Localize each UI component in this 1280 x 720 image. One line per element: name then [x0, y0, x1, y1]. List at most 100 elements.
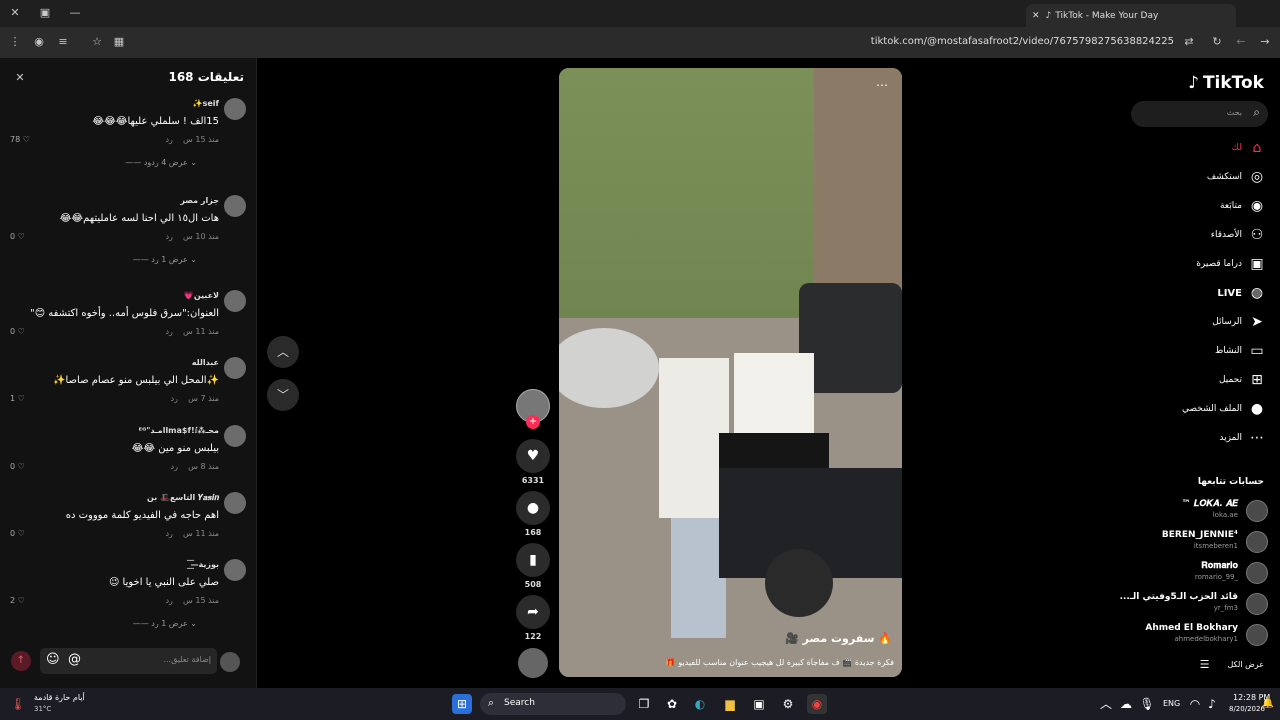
commenter-name[interactable]: seif✨ [193, 99, 219, 108]
save-button[interactable]: ▮ [516, 543, 550, 577]
post-comment-button[interactable]: ↑ [11, 651, 31, 671]
sidebar-item-drama[interactable]: ▣ دراما قصيرة [1196, 256, 1266, 272]
reply-link[interactable]: رد [165, 529, 172, 538]
reply-link[interactable]: رد [165, 596, 172, 605]
comment-like[interactable]: 78 ♡ [10, 135, 30, 144]
sidebar-item-friends[interactable]: ⚇ الأصدقاء [1211, 227, 1266, 243]
cloud-icon[interactable]: ☁ [1116, 694, 1136, 714]
commenter-name[interactable]: عبدالله [192, 358, 219, 367]
reply-link[interactable]: رد [171, 462, 178, 471]
chrome-icon[interactable]: ◉ [807, 694, 827, 714]
close-comments-icon[interactable]: ✕ [12, 70, 28, 86]
sidebar-item-activity[interactable]: ▭ النشاط [1215, 343, 1266, 359]
tiktok-favicon-icon: ♪ [1045, 10, 1052, 21]
edge-icon[interactable]: ◐ [690, 694, 710, 714]
start-icon[interactable]: ⊞ [452, 694, 472, 714]
comment-like[interactable]: 0 ♡ [10, 529, 25, 538]
minimize-icon[interactable]: — [68, 6, 82, 20]
commenter-avatar[interactable] [224, 290, 246, 312]
sidebar-item-upload[interactable]: ⊞ تحميل [1219, 372, 1266, 388]
more-options-icon[interactable]: ⋯ [876, 78, 888, 92]
home-icon: ⌂ [1252, 140, 1262, 156]
tab-close-icon[interactable]: ✕ [1032, 11, 1040, 21]
commenter-avatar[interactable] [224, 559, 246, 581]
like-button[interactable]: ♥ [516, 439, 550, 473]
menu-icon[interactable]: ⋮ [8, 35, 22, 49]
taskbar-search[interactable]: ⌕ Search [480, 693, 626, 715]
commenter-avatar[interactable] [224, 98, 246, 120]
sidebar-item-messages[interactable]: ➤ الرسائل [1212, 314, 1266, 330]
comment-input[interactable]: إضافة تعليق... @ ☺ [40, 648, 217, 674]
comment-like[interactable]: 2 ♡ [10, 596, 25, 605]
music-disc-avatar[interactable] [518, 648, 548, 678]
share-button[interactable]: ➦ [516, 595, 550, 629]
close-window-icon[interactable]: ✕ [8, 6, 22, 20]
tray-chevron-icon[interactable]: ︿ [1096, 694, 1116, 714]
comment-like[interactable]: 0 ♡ [10, 327, 25, 336]
next-video-button[interactable]: ﹀ [267, 379, 299, 411]
tune-icon[interactable]: ≡ [56, 35, 70, 49]
microphone-icon[interactable]: 🎙 [1137, 694, 1157, 714]
following-account[interactable]: 𝐑𝐨𝐦𝐚𝐫𝐢𝐨 romario_99_ [1128, 559, 1268, 587]
following-account[interactable]: 𝑳𝑶𝑲𝑨. 𝑨𝑬 ™ loka.ae [1128, 497, 1268, 525]
comment-like[interactable]: 0 ♡ [10, 462, 25, 471]
site-settings-icon[interactable]: ⇄ [1182, 35, 1196, 49]
notifications-icon[interactable]: 🔔 [1258, 694, 1278, 714]
mention-icon[interactable]: @ [68, 652, 81, 667]
sidebar-item-following[interactable]: ◉ متابَعة [1220, 198, 1266, 214]
video-player[interactable]: 🔥 سفروت مصر 🎥 فكرة جديدة 🎬 ف مفاجأة كبير… [559, 68, 902, 677]
emoji-icon[interactable]: ☺ [46, 652, 60, 667]
following-account[interactable]: Ahmed El Bokhary ahmedelbokhary1 [1128, 621, 1268, 649]
reply-link[interactable]: رد [171, 394, 178, 403]
reply-link[interactable]: رد [165, 232, 172, 241]
sidebar-item-live[interactable]: ◍ LIVE [1217, 285, 1266, 301]
reply-link[interactable]: رد [165, 135, 172, 144]
commenter-avatar[interactable] [224, 357, 246, 379]
search-input[interactable]: بحث ⌕ [1131, 101, 1268, 127]
comment-button[interactable]: ● [516, 491, 550, 525]
commenter-avatar[interactable] [224, 425, 246, 447]
forward-icon[interactable]: ← [1234, 35, 1248, 49]
tiktok-logo[interactable]: ♪ TikTok [1188, 73, 1264, 93]
logo-text: TikTok [1202, 73, 1264, 93]
reload-icon[interactable]: ↻ [1210, 35, 1224, 49]
follow-button[interactable]: + [526, 415, 540, 429]
sidebar-item-home[interactable]: ⌂ لك [1232, 140, 1266, 156]
commenter-name[interactable]: لاعبين💗 [184, 291, 219, 300]
sidebar-item-compass[interactable]: ◎ استكشف [1207, 169, 1266, 185]
commenter-name[interactable]: محـ⁂lma$f!ⅈامـد"ᴱᴳ [139, 426, 219, 435]
sidebar-item-more[interactable]: ⋯ المزيد [1219, 430, 1266, 446]
view-replies[interactable]: —— عرض 1 رد ⌄ [133, 619, 197, 628]
commenter-name[interactable]: 𝒀𝒂𝒔𝒊𝒏 التاسع🎩 بن [147, 493, 219, 503]
commenter-avatar[interactable] [224, 195, 246, 217]
following-account[interactable]: BEREN_JENNIE⁴ itsmeberen1 [1128, 528, 1268, 556]
back-icon[interactable]: → [1258, 35, 1272, 49]
account-icon[interactable]: ◉ [32, 35, 46, 49]
copilot-icon[interactable]: ✿ [662, 694, 682, 714]
settings-icon[interactable]: ⚙ [778, 694, 798, 714]
view-replies[interactable]: —— عرض 4 ردود ⌄ [125, 158, 197, 167]
view-replies[interactable]: —— عرض 1 رد ⌄ [133, 255, 197, 264]
see-all-link[interactable]: ☰ عرض الكل [1200, 658, 1264, 671]
reply-link[interactable]: رد [165, 327, 172, 336]
file-explorer-icon[interactable]: ▆ [720, 694, 740, 714]
store-icon[interactable]: ▣ [749, 694, 769, 714]
extension-icon[interactable]: ▦ [112, 35, 126, 49]
bookmark-star-icon[interactable]: ☆ [90, 35, 104, 49]
previous-video-button[interactable]: ︿ [267, 336, 299, 368]
following-account[interactable]: قائد الحزب الـ5وفيتي الـ... yr_fm3 [1120, 590, 1268, 618]
language-indicator[interactable]: ENG [1163, 699, 1180, 708]
commenter-name[interactable]: جزار مصر [180, 196, 219, 205]
sidebar-item-profile[interactable]: ● الملف الشخصي [1182, 401, 1266, 417]
weather-text[interactable]: أيام حارة قادمة [34, 693, 85, 702]
commenter-avatar[interactable] [224, 492, 246, 514]
task-view-icon[interactable]: ❐ [634, 694, 654, 714]
commenter-name[interactable]: بوزية—͟͞ [191, 560, 219, 569]
restore-icon[interactable]: ▣ [38, 6, 52, 20]
volume-icon[interactable]: ♪ [1202, 694, 1222, 714]
comment-like-count: 78 [10, 135, 21, 144]
comment-like[interactable]: 1 ♡ [10, 394, 25, 403]
comment-like[interactable]: 0 ♡ [10, 232, 25, 241]
tab-tiktok[interactable]: ✕ ♪ TikTok - Make Your Day [1026, 4, 1236, 27]
url-text[interactable]: tiktok.com/@mostafasafroot2/video/767579… [871, 36, 1174, 47]
